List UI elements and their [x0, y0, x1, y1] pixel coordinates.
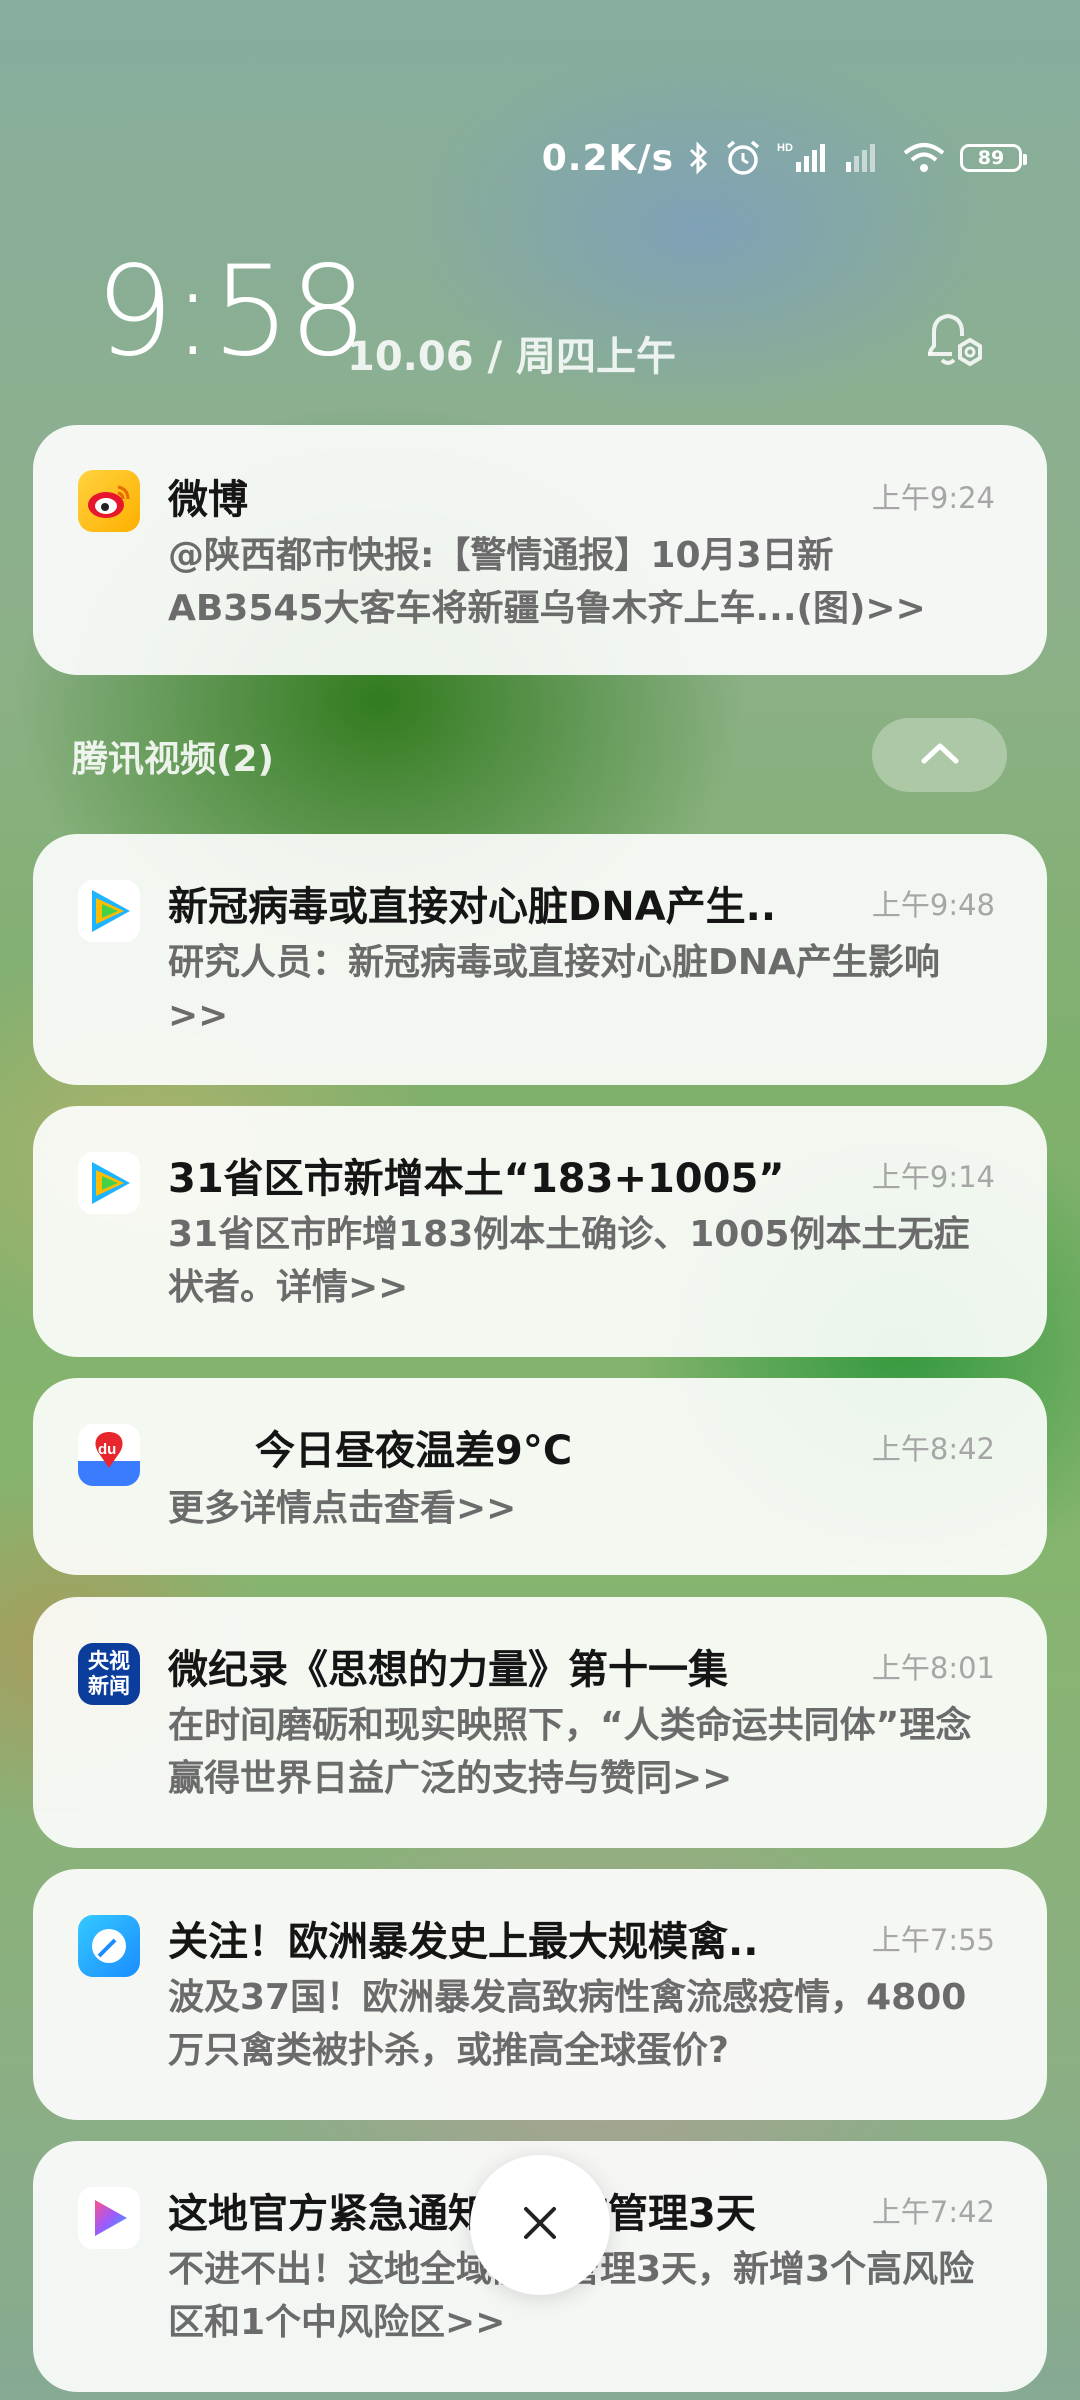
- close-icon: [520, 2203, 560, 2247]
- notification-settings-icon[interactable]: [918, 306, 988, 376]
- notification-body: 在时间磨砺和现实映照下，“人类命运共同体”理念赢得世界日益广泛的支持与赞同>>: [168, 1705, 972, 1799]
- notification-card-weibo[interactable]: 微博 上午9:24 @陕西都市快报:【警情通报】10月3日新AB3545大客车将…: [33, 425, 1047, 675]
- network-speed: 0.2K/s: [541, 137, 674, 179]
- notification-time: 上午9:24: [871, 481, 995, 515]
- notification-body: 31省区市昨增183例本土确诊、1005例本土无症状者。详情>>: [168, 1214, 970, 1308]
- notification-time: 上午9:14: [871, 1160, 995, 1194]
- group-header-tencent-video: 腾讯视频(2): [72, 739, 274, 780]
- lockscreen-time: 9:58: [95, 240, 367, 384]
- notification-time: 上午7:42: [871, 2195, 995, 2229]
- notification-body: 更多详情点击查看>>: [168, 1488, 517, 1529]
- signal-icon: [842, 140, 888, 176]
- svg-text:HD: HD: [777, 142, 793, 154]
- tencent-video-icon: [78, 880, 140, 942]
- notification-title: 31省区市新增本土“183+1005”: [168, 1156, 785, 1202]
- alarm-icon: [724, 139, 762, 177]
- notification-card[interactable]: 31省区市新增本土“183+1005” 上午9:14 31省区市昨增183例本土…: [33, 1106, 1047, 1357]
- notification-card[interactable]: 关注！欧洲暴发史上最大规模禽.. 上午7:55 波及37国！欧洲暴发高致病性禽流…: [33, 1869, 1047, 2120]
- notification-card[interactable]: du 今日昼夜温差9°C 上午8:42 更多详情点击查看>>: [33, 1378, 1047, 1575]
- notification-body: 波及37国！欧洲暴发高致病性禽流感疫情，4800万只禽类被扑杀，或推高全球蛋价?: [168, 1977, 967, 2071]
- weibo-icon: [78, 470, 140, 532]
- notification-body: @陕西都市快报:【警情通报】10月3日新AB3545大客车将新疆乌鲁木齐上车..…: [168, 535, 926, 629]
- notification-title: 微纪录《思想的力量》第十一集: [168, 1647, 728, 1693]
- notification-title: 这地官方紧急通知：静态管理3天: [168, 2191, 756, 2237]
- tencent-video-icon: [78, 1152, 140, 1214]
- notification-title: 今日昼夜温差9°C: [255, 1428, 573, 1474]
- notification-card[interactable]: 央视新闻 微纪录《思想的力量》第十一集 上午8:01 在时间磨砺和现实映照下，“…: [33, 1597, 1047, 1848]
- baidu-icon: du: [78, 1424, 140, 1486]
- browser-icon: [78, 1915, 140, 1977]
- notification-title: 新冠病毒或直接对心脏DNA产生..: [168, 884, 777, 930]
- battery-icon: 89: [960, 144, 1027, 172]
- clear-notifications-button[interactable]: [470, 2155, 610, 2295]
- battery-level: 89: [977, 147, 1005, 169]
- svg-text:du: du: [98, 1441, 116, 1458]
- notification-title: 关注！欧洲暴发史上最大规模禽..: [168, 1919, 759, 1965]
- cctv-news-icon: 央视新闻: [78, 1643, 140, 1705]
- wifi-icon: [902, 140, 946, 176]
- video-play-icon: [78, 2187, 140, 2249]
- cctv-news-label: 央视新闻: [88, 1649, 130, 1698]
- chevron-up-icon: [920, 741, 960, 769]
- notification-card[interactable]: 新冠病毒或直接对心脏DNA产生.. 上午9:48 研究人员：新冠病毒或直接对心脏…: [33, 834, 1047, 1085]
- lockscreen-date: 10.06 / 周四上午: [347, 334, 676, 380]
- notification-time: 上午8:42: [871, 1432, 995, 1466]
- notification-time: 上午7:55: [871, 1923, 995, 1957]
- collapse-group-button[interactable]: [872, 718, 1007, 792]
- status-bar: 0.2K/s HD 89: [541, 128, 1027, 188]
- notification-time: 上午9:48: [871, 888, 995, 922]
- bluetooth-icon: [688, 140, 710, 176]
- signal-hd-icon: HD: [776, 140, 828, 176]
- notification-time: 上午8:01: [871, 1651, 995, 1685]
- notification-body: 研究人员：新冠病毒或直接对心脏DNA产生影响>>: [168, 942, 940, 1036]
- notification-title: 微博: [168, 477, 248, 523]
